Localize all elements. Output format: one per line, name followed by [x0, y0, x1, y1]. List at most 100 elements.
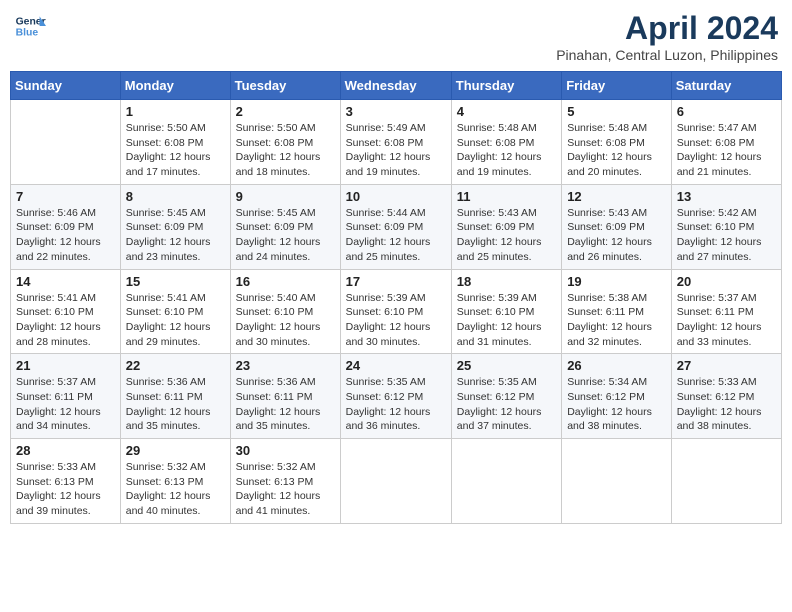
day-info: Sunrise: 5:33 AM Sunset: 6:13 PM Dayligh… [16, 460, 115, 519]
calendar-week-1: 1Sunrise: 5:50 AM Sunset: 6:08 PM Daylig… [11, 100, 782, 185]
day-number: 22 [126, 358, 225, 373]
day-number: 2 [236, 104, 335, 119]
day-info: Sunrise: 5:35 AM Sunset: 6:12 PM Dayligh… [457, 375, 556, 434]
day-info: Sunrise: 5:48 AM Sunset: 6:08 PM Dayligh… [457, 121, 556, 180]
calendar-table: SundayMondayTuesdayWednesdayThursdayFrid… [10, 71, 782, 524]
day-info: Sunrise: 5:47 AM Sunset: 6:08 PM Dayligh… [677, 121, 776, 180]
calendar-cell: 21 Sunrise: 5:37 AM Sunset: 6:11 PM Dayli… [11, 354, 121, 439]
day-info: Sunrise: 5:41 AM Sunset: 6:10 PM Dayligh… [126, 291, 225, 350]
calendar-cell: 3 Sunrise: 5:49 AM Sunset: 6:08 PM Daylig… [340, 100, 451, 185]
day-number: 7 [16, 189, 115, 204]
calendar-cell: 30 Sunrise: 5:32 AM Sunset: 6:13 PM Dayli… [230, 439, 340, 524]
day-info: Sunrise: 5:34 AM Sunset: 6:12 PM Dayligh… [567, 375, 666, 434]
day-number: 30 [236, 443, 335, 458]
day-number: 4 [457, 104, 556, 119]
day-info: Sunrise: 5:36 AM Sunset: 6:11 PM Dayligh… [126, 375, 225, 434]
day-info: Sunrise: 5:48 AM Sunset: 6:08 PM Dayligh… [567, 121, 666, 180]
weekday-header-thursday: Thursday [451, 72, 561, 100]
day-info: Sunrise: 5:44 AM Sunset: 6:09 PM Dayligh… [346, 206, 446, 265]
day-number: 19 [567, 274, 666, 289]
month-title: April 2024 [556, 10, 778, 47]
calendar-week-4: 21 Sunrise: 5:37 AM Sunset: 6:11 PM Dayli… [11, 354, 782, 439]
weekday-header-monday: Monday [120, 72, 230, 100]
weekday-header-wednesday: Wednesday [340, 72, 451, 100]
day-number: 23 [236, 358, 335, 373]
calendar-cell: 14Sunrise: 5:41 AM Sunset: 6:10 PM Dayli… [11, 269, 121, 354]
day-number: 12 [567, 189, 666, 204]
day-number: 8 [126, 189, 225, 204]
calendar-cell: 11 Sunrise: 5:43 AM Sunset: 6:09 PM Dayli… [451, 184, 561, 269]
calendar-week-2: 7 Sunrise: 5:46 AM Sunset: 6:09 PM Daylig… [11, 184, 782, 269]
calendar-cell [451, 439, 561, 524]
calendar-cell: 1Sunrise: 5:50 AM Sunset: 6:08 PM Daylig… [120, 100, 230, 185]
calendar-cell: 6 Sunrise: 5:47 AM Sunset: 6:08 PM Daylig… [671, 100, 781, 185]
day-number: 27 [677, 358, 776, 373]
day-info: Sunrise: 5:35 AM Sunset: 6:12 PM Dayligh… [346, 375, 446, 434]
day-info: Sunrise: 5:39 AM Sunset: 6:10 PM Dayligh… [457, 291, 556, 350]
calendar-cell: 25 Sunrise: 5:35 AM Sunset: 6:12 PM Dayli… [451, 354, 561, 439]
day-info: Sunrise: 5:50 AM Sunset: 6:08 PM Dayligh… [126, 121, 225, 180]
calendar-cell: 20 Sunrise: 5:37 AM Sunset: 6:11 PM Dayli… [671, 269, 781, 354]
day-number: 18 [457, 274, 556, 289]
logo-icon: General Blue [14, 10, 46, 42]
weekday-header-friday: Friday [562, 72, 672, 100]
day-number: 13 [677, 189, 776, 204]
day-number: 21 [16, 358, 115, 373]
location-subtitle: Pinahan, Central Luzon, Philippines [556, 47, 778, 63]
calendar-cell: 27Sunrise: 5:33 AM Sunset: 6:12 PM Dayli… [671, 354, 781, 439]
calendar-header: SundayMondayTuesdayWednesdayThursdayFrid… [11, 72, 782, 100]
day-info: Sunrise: 5:41 AM Sunset: 6:10 PM Dayligh… [16, 291, 115, 350]
day-number: 15 [126, 274, 225, 289]
calendar-cell: 16Sunrise: 5:40 AM Sunset: 6:10 PM Dayli… [230, 269, 340, 354]
day-info: Sunrise: 5:37 AM Sunset: 6:11 PM Dayligh… [677, 291, 776, 350]
calendar-cell: 12 Sunrise: 5:43 AM Sunset: 6:09 PM Dayli… [562, 184, 672, 269]
calendar-cell: 9Sunrise: 5:45 AM Sunset: 6:09 PM Daylig… [230, 184, 340, 269]
calendar-cell [340, 439, 451, 524]
day-info: Sunrise: 5:43 AM Sunset: 6:09 PM Dayligh… [567, 206, 666, 265]
calendar-cell: 15 Sunrise: 5:41 AM Sunset: 6:10 PM Dayli… [120, 269, 230, 354]
calendar-cell: 24 Sunrise: 5:35 AM Sunset: 6:12 PM Dayli… [340, 354, 451, 439]
day-number: 29 [126, 443, 225, 458]
calendar-cell: 8 Sunrise: 5:45 AM Sunset: 6:09 PM Daylig… [120, 184, 230, 269]
day-info: Sunrise: 5:46 AM Sunset: 6:09 PM Dayligh… [16, 206, 115, 265]
calendar-cell: 26 Sunrise: 5:34 AM Sunset: 6:12 PM Dayli… [562, 354, 672, 439]
calendar-cell: 22 Sunrise: 5:36 AM Sunset: 6:11 PM Dayli… [120, 354, 230, 439]
day-info: Sunrise: 5:32 AM Sunset: 6:13 PM Dayligh… [236, 460, 335, 519]
calendar-cell: 13 Sunrise: 5:42 AM Sunset: 6:10 PM Dayli… [671, 184, 781, 269]
day-number: 10 [346, 189, 446, 204]
day-number: 5 [567, 104, 666, 119]
day-info: Sunrise: 5:49 AM Sunset: 6:08 PM Dayligh… [346, 121, 446, 180]
day-info: Sunrise: 5:42 AM Sunset: 6:10 PM Dayligh… [677, 206, 776, 265]
svg-text:Blue: Blue [16, 28, 39, 39]
day-number: 24 [346, 358, 446, 373]
weekday-header-sunday: Sunday [11, 72, 121, 100]
day-number: 28 [16, 443, 115, 458]
title-area: April 2024 Pinahan, Central Luzon, Phili… [556, 10, 778, 63]
calendar-cell [11, 100, 121, 185]
weekday-header-tuesday: Tuesday [230, 72, 340, 100]
day-info: Sunrise: 5:38 AM Sunset: 6:11 PM Dayligh… [567, 291, 666, 350]
weekday-header-saturday: Saturday [671, 72, 781, 100]
day-number: 11 [457, 189, 556, 204]
day-number: 9 [236, 189, 335, 204]
day-number: 3 [346, 104, 446, 119]
day-info: Sunrise: 5:45 AM Sunset: 6:09 PM Dayligh… [126, 206, 225, 265]
day-number: 26 [567, 358, 666, 373]
calendar-cell: 23 Sunrise: 5:36 AM Sunset: 6:11 PM Dayli… [230, 354, 340, 439]
calendar-cell: 17Sunrise: 5:39 AM Sunset: 6:10 PM Dayli… [340, 269, 451, 354]
calendar-cell [562, 439, 672, 524]
calendar-cell: 29 Sunrise: 5:32 AM Sunset: 6:13 PM Dayli… [120, 439, 230, 524]
weekday-row: SundayMondayTuesdayWednesdayThursdayFrid… [11, 72, 782, 100]
day-info: Sunrise: 5:39 AM Sunset: 6:10 PM Dayligh… [346, 291, 446, 350]
day-info: Sunrise: 5:36 AM Sunset: 6:11 PM Dayligh… [236, 375, 335, 434]
day-number: 25 [457, 358, 556, 373]
calendar-week-3: 14Sunrise: 5:41 AM Sunset: 6:10 PM Dayli… [11, 269, 782, 354]
calendar-cell: 7 Sunrise: 5:46 AM Sunset: 6:09 PM Daylig… [11, 184, 121, 269]
day-info: Sunrise: 5:43 AM Sunset: 6:09 PM Dayligh… [457, 206, 556, 265]
day-info: Sunrise: 5:32 AM Sunset: 6:13 PM Dayligh… [126, 460, 225, 519]
calendar-cell [671, 439, 781, 524]
day-number: 20 [677, 274, 776, 289]
day-number: 6 [677, 104, 776, 119]
day-info: Sunrise: 5:37 AM Sunset: 6:11 PM Dayligh… [16, 375, 115, 434]
logo: General Blue [14, 10, 46, 42]
